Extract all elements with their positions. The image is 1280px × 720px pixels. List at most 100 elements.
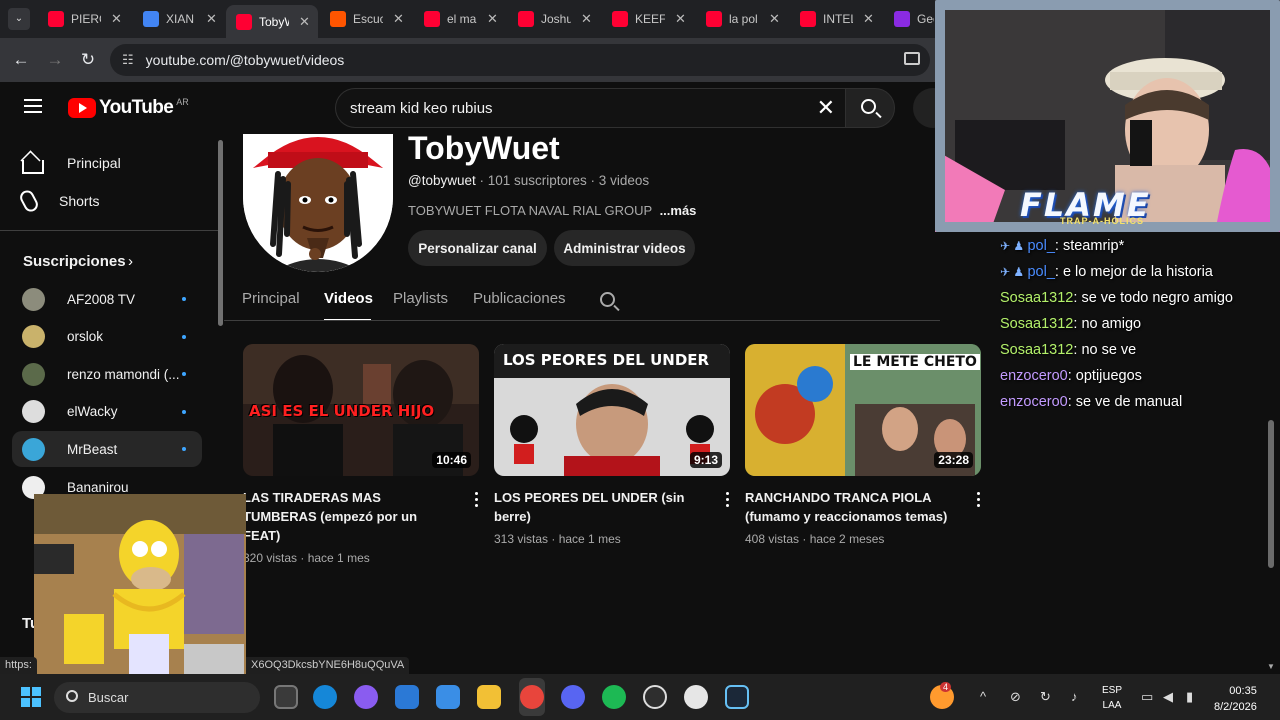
- close-tab-icon[interactable]: ✕: [581, 11, 592, 27]
- subscription-name: elWacky: [67, 404, 118, 420]
- more-link[interactable]: ...más: [660, 203, 697, 218]
- install-app-icon[interactable]: [904, 52, 920, 65]
- tab-principal[interactable]: Principal: [242, 290, 300, 307]
- browser-tab[interactable]: la pol ✕: [696, 5, 788, 33]
- subscription-item[interactable]: renzo mamondi (...: [12, 356, 202, 392]
- chat-text: optijuegos: [1075, 368, 1142, 384]
- chat-username[interactable]: Sosaa1312: [1000, 342, 1073, 358]
- windows-start-icon[interactable]: [21, 687, 41, 707]
- browser-tab[interactable]: TobyW ✕: [226, 5, 318, 38]
- edge-icon[interactable]: [313, 685, 337, 709]
- video-title[interactable]: LOS PEORES DEL UNDER (sin berre): [494, 488, 706, 526]
- outlook-icon[interactable]: [436, 685, 460, 709]
- browser-tab[interactable]: INTEL ✕: [790, 5, 882, 33]
- battery-icon[interactable]: ▮: [1186, 689, 1193, 705]
- chevron-right-icon[interactable]: ›: [128, 253, 133, 270]
- sidebar-item-principal[interactable]: Principal: [12, 144, 202, 182]
- channel-avatar[interactable]: [243, 134, 393, 272]
- more-options-icon[interactable]: [726, 492, 730, 508]
- close-tab-icon[interactable]: ✕: [299, 14, 310, 30]
- browser-tab[interactable]: el ma ✕: [414, 5, 506, 33]
- video-title[interactable]: LAS TIRADERAS MAS TUMBERAS (empezó por u…: [243, 488, 455, 545]
- address-bar[interactable]: ☷ youtube.com/@tobywuet/videos: [110, 44, 930, 76]
- copilot-icon[interactable]: [354, 685, 378, 709]
- menu-icon[interactable]: [24, 99, 42, 113]
- steam-icon[interactable]: [725, 685, 749, 709]
- chat-username[interactable]: pol_: [1027, 238, 1054, 254]
- volume-icon[interactable]: ◀: [1163, 689, 1173, 705]
- task-view-icon[interactable]: [274, 685, 298, 709]
- more-options-icon[interactable]: [475, 492, 479, 508]
- close-tab-icon[interactable]: ✕: [206, 11, 217, 27]
- chat-username[interactable]: enzocero0: [1000, 368, 1068, 384]
- video-thumbnail[interactable]: LE METE CHETO 23:28: [745, 344, 981, 476]
- page-scrollbar[interactable]: [1268, 420, 1274, 568]
- search-button[interactable]: [845, 88, 895, 128]
- video-thumbnail[interactable]: ASI ES EL UNDER HIJO 10:46: [243, 344, 479, 476]
- sync-icon[interactable]: ↻: [1040, 689, 1051, 705]
- sidebar-scrollbar[interactable]: [218, 140, 223, 326]
- site-info-icon[interactable]: ☷: [122, 52, 134, 68]
- close-tab-icon[interactable]: ✕: [675, 11, 686, 27]
- network-off-icon[interactable]: ⊘: [1010, 689, 1021, 705]
- video-thumbnail[interactable]: LOS PEORES DEL UNDER 9:13: [494, 344, 730, 476]
- tab-favicon-icon: [330, 11, 346, 27]
- subscriptions-heading[interactable]: Suscripciones: [23, 253, 126, 270]
- more-options-icon[interactable]: [977, 492, 981, 508]
- subscription-item[interactable]: AF2008 TV: [12, 281, 202, 317]
- reload-icon[interactable]: ↻: [77, 49, 99, 71]
- browser-tab[interactable]: Joshu ✕: [508, 5, 600, 33]
- subscription-item[interactable]: orslok: [12, 319, 202, 355]
- tab-videos[interactable]: Videos: [324, 290, 373, 307]
- close-tab-icon[interactable]: ✕: [769, 11, 780, 27]
- close-tab-icon[interactable]: ✕: [393, 11, 404, 27]
- display-icon[interactable]: ▭: [1141, 689, 1153, 705]
- browser-tab[interactable]: PIERC ✕: [38, 5, 130, 33]
- scroll-down-arrow[interactable]: ▼: [1267, 662, 1275, 671]
- close-tab-icon[interactable]: ✕: [111, 11, 122, 27]
- search-input[interactable]: stream kid keo rubius ✕: [335, 88, 845, 128]
- channel-description[interactable]: TOBYWUET FLOTA NAVAL RIAL GROUP ...más: [408, 203, 696, 218]
- file-explorer-icon[interactable]: [477, 685, 501, 709]
- chat-username[interactable]: Sosaa1312: [1000, 316, 1073, 332]
- chrome-icon[interactable]: [520, 685, 544, 709]
- video-card[interactable]: ASI ES EL UNDER HIJO 10:46 LAS TIRADERAS…: [243, 344, 481, 565]
- tab-search-button[interactable]: ⌄: [8, 8, 30, 30]
- chat-username[interactable]: Sosaa1312: [1000, 290, 1073, 306]
- customize-channel-button[interactable]: Personalizar canal: [408, 230, 547, 266]
- sidebar-item-shorts[interactable]: Shorts: [12, 182, 202, 220]
- clock-app-icon[interactable]: [684, 685, 708, 709]
- channel-search-icon[interactable]: [600, 292, 615, 307]
- taskbar-search[interactable]: Buscar: [54, 682, 260, 713]
- microphone-icon[interactable]: ♪: [1071, 689, 1078, 704]
- store-icon[interactable]: [395, 685, 419, 709]
- video-meta: 313 vistas · hace 1 mes: [494, 532, 621, 546]
- chevron-up-icon[interactable]: ^: [980, 689, 986, 704]
- clear-search-icon[interactable]: ✕: [817, 95, 835, 121]
- system-clock[interactable]: 00:35 8/2/2026: [1214, 683, 1257, 715]
- sticker-image: [34, 494, 246, 684]
- close-tab-icon[interactable]: ✕: [863, 11, 874, 27]
- manage-videos-button[interactable]: Administrar videos: [554, 230, 695, 266]
- forward-icon[interactable]: →: [44, 49, 66, 71]
- browser-tab[interactable]: XIAN ✕: [133, 5, 225, 33]
- obs-icon[interactable]: [643, 685, 667, 709]
- tab-publicaciones[interactable]: Publicaciones: [473, 290, 566, 307]
- browser-tab[interactable]: Geo: [884, 5, 934, 33]
- close-tab-icon[interactable]: ✕: [487, 11, 498, 27]
- chat-username[interactable]: enzocero0: [1000, 394, 1068, 410]
- chat-username[interactable]: pol_: [1027, 264, 1054, 280]
- discord-icon[interactable]: [561, 685, 585, 709]
- subscription-item[interactable]: MrBeast: [12, 431, 202, 468]
- tab-playlists[interactable]: Playlists: [393, 290, 448, 307]
- video-card[interactable]: LE METE CHETO 23:28 RANCHANDO TRANCA PIO…: [745, 344, 983, 546]
- youtube-logo[interactable]: YouTube AR: [68, 97, 189, 119]
- back-icon[interactable]: ←: [10, 49, 32, 71]
- browser-tab[interactable]: Escuc ✕: [320, 5, 412, 33]
- spotify-icon[interactable]: [602, 685, 626, 709]
- browser-tab[interactable]: KEEF ✕: [602, 5, 694, 33]
- subscription-item[interactable]: elWacky: [12, 394, 202, 430]
- video-card[interactable]: LOS PEORES DEL UNDER 9:13 LOS PEORES DEL…: [494, 344, 732, 546]
- video-title[interactable]: RANCHANDO TRANCA PIOLA (fumamo y reaccio…: [745, 488, 957, 526]
- language-indicator[interactable]: ESP LAA: [1102, 683, 1122, 713]
